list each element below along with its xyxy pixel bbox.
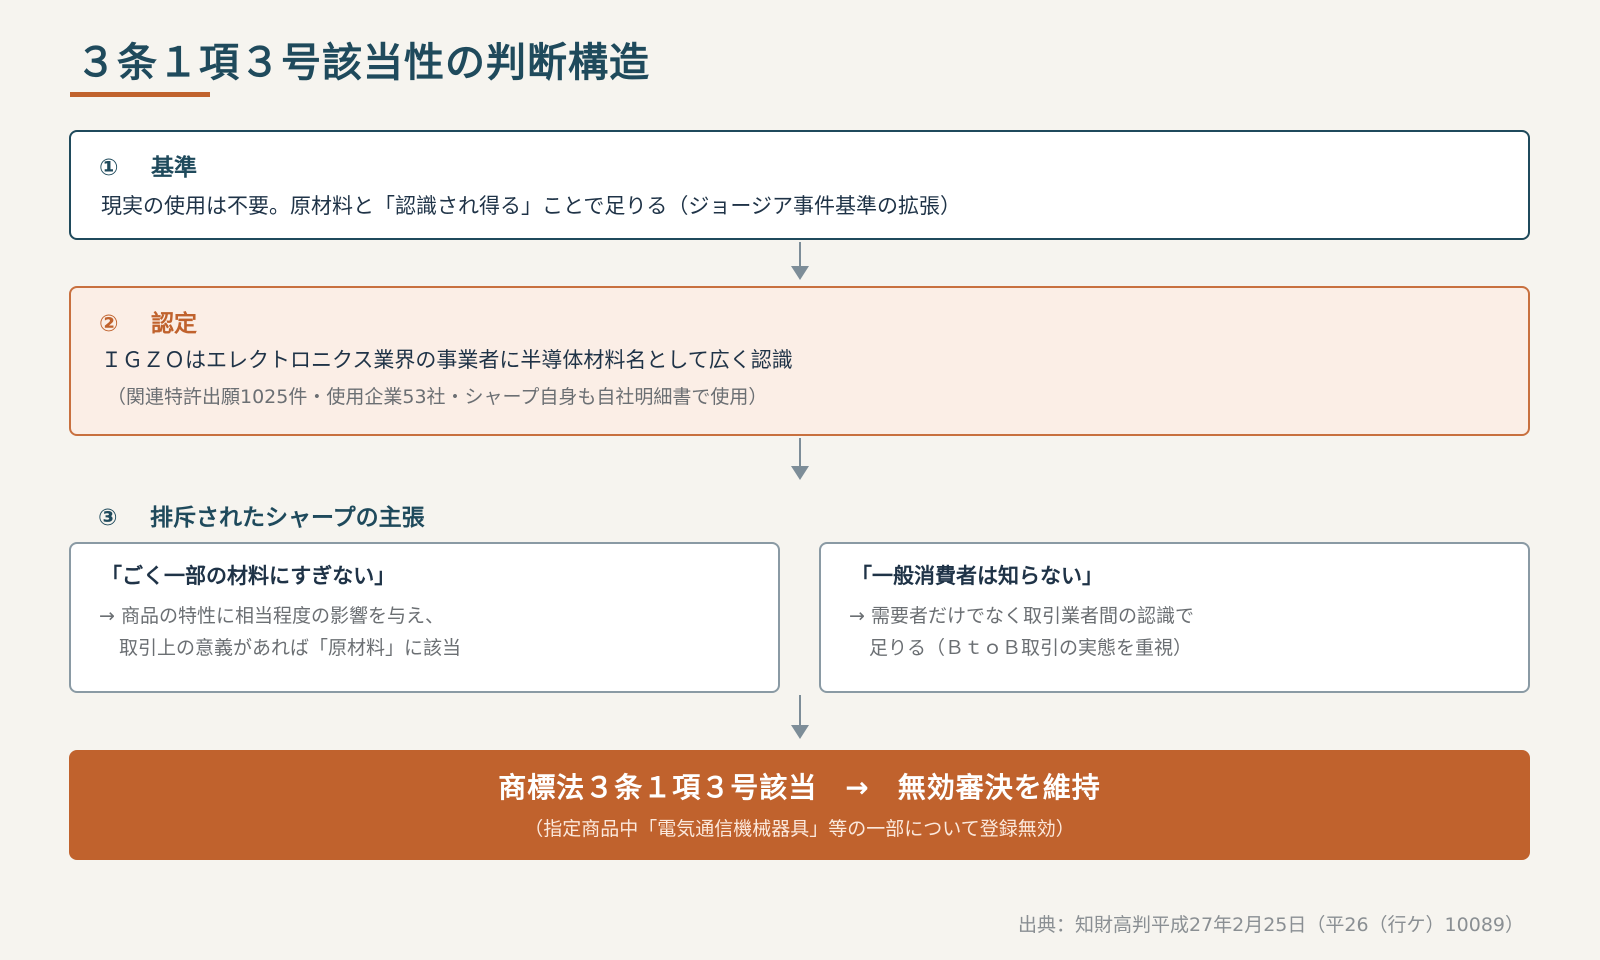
criteria-text: 現実の使用は不要。原材料と「認識され得る」ことで足りる（ジョージア事件基準の拡張…: [101, 194, 961, 218]
source-citation: 出典：知財高判平成27年2月25日（平26（行ケ）10089）: [1017, 914, 1524, 936]
conclusion-box: 商標法３条１項３号該当 → 無効審決を維持 （指定商品中「電気通信機械器具」等の一部…: [69, 750, 1530, 860]
criteria-number: ①: [99, 155, 119, 181]
criteria-title: 基準: [151, 155, 197, 181]
claim-reason: → 需要者だけでなく取引業者間の認識で 足りる（ＢｔｏＢ取引の実態を重視）: [849, 600, 1194, 664]
rejected-claim-card: 「一般消費者は知らない」 → 需要者だけでなく取引業者間の認識で 足りる（Ｂｔｏ…: [819, 542, 1530, 693]
claim-quote: 「一般消費者は知らない」: [851, 564, 1103, 588]
claim-reason: → 商品の特性に相当程度の影響を与え、 取引上の意義があれば「原材料」に該当: [99, 600, 461, 664]
rejected-heading: ③ 排斥されたシャープの主張: [98, 498, 425, 532]
claim-reason-line: 足りる（ＢｔｏＢ取引の実態を重視）: [869, 637, 1193, 659]
conclusion-result: 無効審決を維持: [897, 771, 1101, 804]
conclusion-detail: （指定商品中「電気通信機械器具」等の一部について登録無効）: [524, 818, 1075, 840]
finding-detail: （関連特許出願1025件・使用企業53社・シャープ自身も自社明細書で使用）: [107, 386, 768, 408]
down-arrow-icon: [791, 242, 809, 280]
criteria-heading: ① 基準: [99, 148, 197, 182]
rejected-claim-card: 「ごく一部の材料にすぎない」 → 商品の特性に相当程度の影響を与え、 取引上の意…: [69, 542, 780, 693]
finding-title: 認定: [151, 311, 197, 337]
finding-text: ＩＧＺＯはエレクトロニクス業界の事業者に半導体材料名として広く認識: [101, 348, 793, 372]
conclusion-main: 商標法３条１項３号該当 → 無効審決を維持: [69, 766, 1530, 806]
claim-reason-line: 取引上の意義があれば「原材料」に該当: [119, 637, 462, 659]
right-arrow-icon: →: [845, 771, 870, 804]
conclusion-applies: 商標法３条１項３号該当: [498, 771, 818, 804]
title-underline: [70, 92, 210, 97]
finding-box: ② 認定 ＩＧＺＯはエレクトロニクス業界の事業者に半導体材料名として広く認識 （関…: [69, 286, 1530, 436]
down-arrow-icon: [791, 438, 809, 480]
claim-quote: 「ごく一部の材料にすぎない」: [101, 564, 396, 588]
claim-reason-line: → 需要者だけでなく取引業者間の認識で: [849, 605, 1194, 627]
page-title: ３条１項３号該当性の判断構造: [76, 40, 650, 86]
criteria-box: ① 基準 現実の使用は不要。原材料と「認識され得る」ことで足りる（ジョージア事件基…: [69, 130, 1530, 240]
rejected-title: 排斥されたシャープの主張: [150, 505, 425, 531]
finding-heading: ② 認定: [99, 304, 197, 338]
down-arrow-icon: [791, 695, 809, 739]
rejected-number: ③: [98, 505, 118, 531]
claim-reason-line: → 商品の特性に相当程度の影響を与え、: [99, 605, 444, 627]
finding-number: ②: [99, 311, 119, 337]
